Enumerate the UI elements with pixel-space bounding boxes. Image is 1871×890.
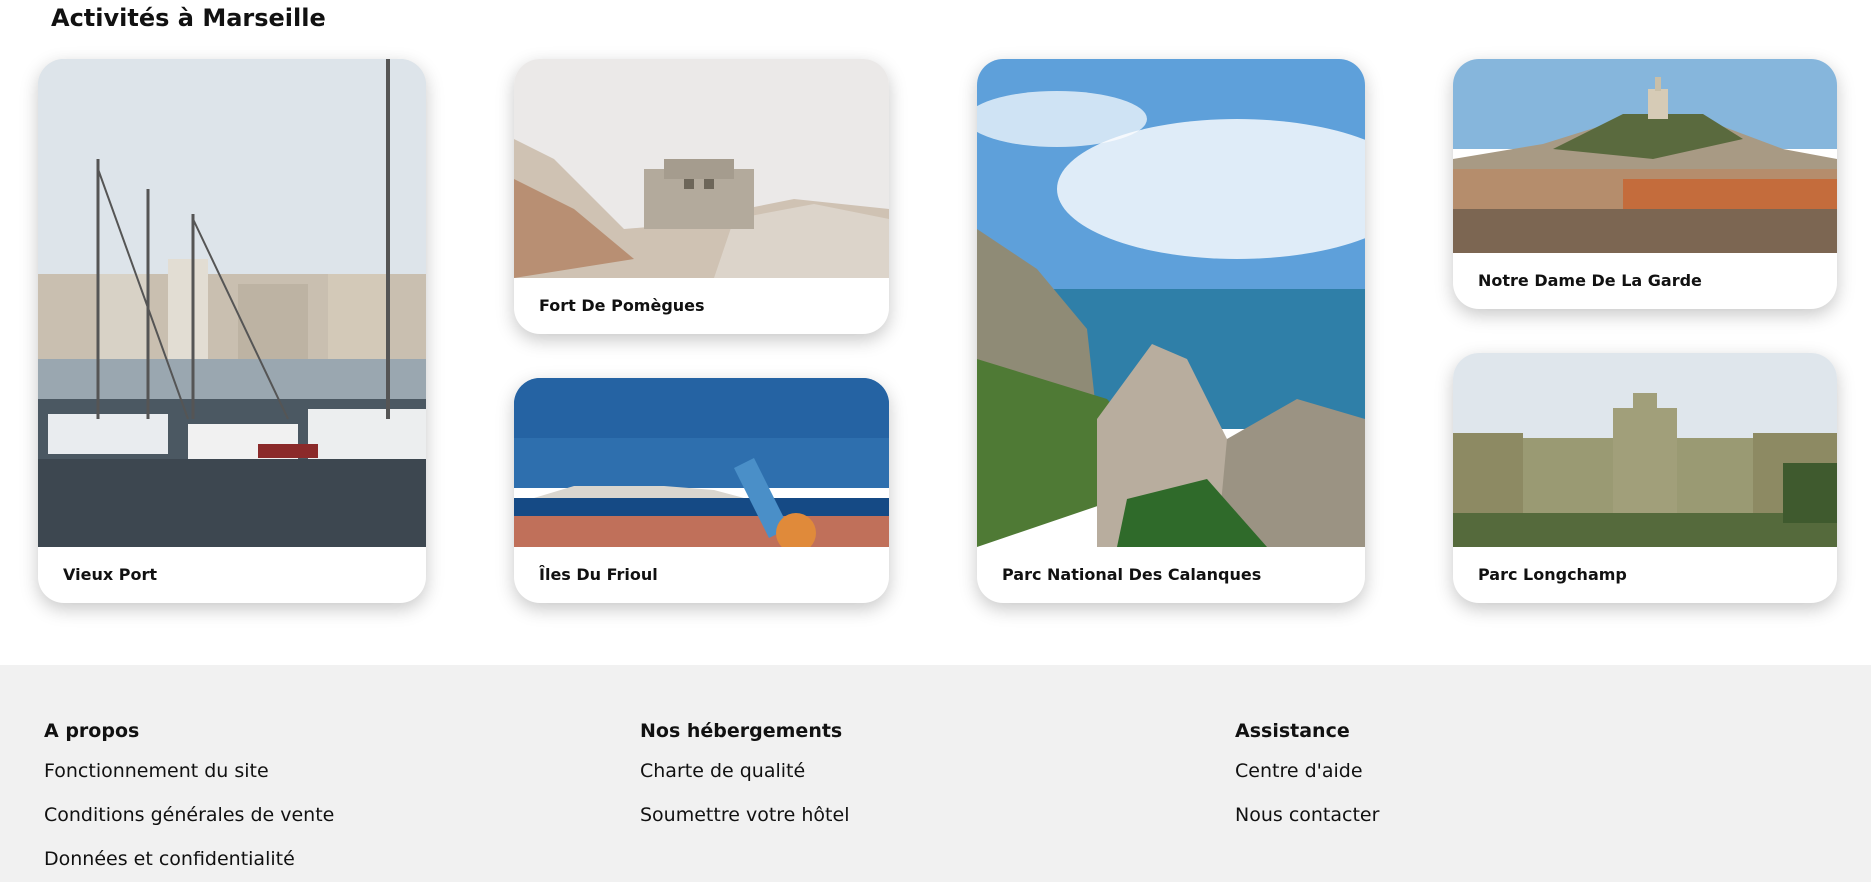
- section-title: Activités à Marseille: [51, 4, 326, 32]
- footer-heading: Nos hébergements: [640, 720, 843, 742]
- activity-card-label: Parc National Des Calanques: [1002, 565, 1262, 584]
- footer-column-about: A propos Fonctionnement du site Conditio…: [44, 720, 334, 890]
- footer-column-assistance: Assistance Centre d'aide Nous contacter: [1235, 720, 1379, 846]
- footer-link-soumettre[interactable]: Soumettre votre hôtel: [640, 802, 849, 846]
- basilica-on-hill-city-photo: [1453, 59, 1837, 253]
- activity-card-label: Vieux Port: [63, 565, 157, 584]
- harbor-sailboats-photo: [38, 59, 426, 547]
- activity-card-parc-national-des-calanques[interactable]: Parc National Des Calanques: [977, 59, 1365, 603]
- islands-sea-telescope-photo: [514, 378, 889, 547]
- activity-card-fort-de-pomegues[interactable]: Fort De Pomègues: [514, 59, 889, 334]
- activity-card-label: Îles Du Frioul: [539, 565, 658, 584]
- footer-link-contact[interactable]: Nous contacter: [1235, 802, 1379, 846]
- activity-card-parc-longchamp[interactable]: Parc Longchamp: [1453, 353, 1837, 603]
- footer-link-donnees[interactable]: Données et confidentialité: [44, 846, 334, 890]
- stone-fort-on-rocks-photo: [514, 59, 889, 278]
- footer-heading: A propos: [44, 720, 140, 742]
- activity-card-vieux-port[interactable]: Vieux Port: [38, 59, 426, 603]
- activity-card-label: Fort De Pomègues: [539, 296, 705, 315]
- activity-card-iles-du-frioul[interactable]: Îles Du Frioul: [514, 378, 889, 603]
- palais-longchamp-colonnade-photo: [1453, 353, 1837, 547]
- footer-column-hebergements: Nos hébergements Charte de qualité Soume…: [640, 720, 849, 846]
- footer-link-charte[interactable]: Charte de qualité: [640, 758, 849, 802]
- activity-card-label: Notre Dame De La Garde: [1478, 271, 1702, 290]
- footer-heading: Assistance: [1235, 720, 1350, 742]
- site-footer: A propos Fonctionnement du site Conditio…: [0, 665, 1871, 882]
- footer-link-cgv[interactable]: Conditions générales de vente: [44, 802, 334, 846]
- calanques-cliffs-sea-photo: [977, 59, 1365, 547]
- activity-card-label: Parc Longchamp: [1478, 565, 1627, 584]
- footer-link-fonctionnement[interactable]: Fonctionnement du site: [44, 758, 334, 802]
- footer-link-centre-aide[interactable]: Centre d'aide: [1235, 758, 1379, 802]
- activity-card-notre-dame-de-la-garde[interactable]: Notre Dame De La Garde: [1453, 59, 1837, 309]
